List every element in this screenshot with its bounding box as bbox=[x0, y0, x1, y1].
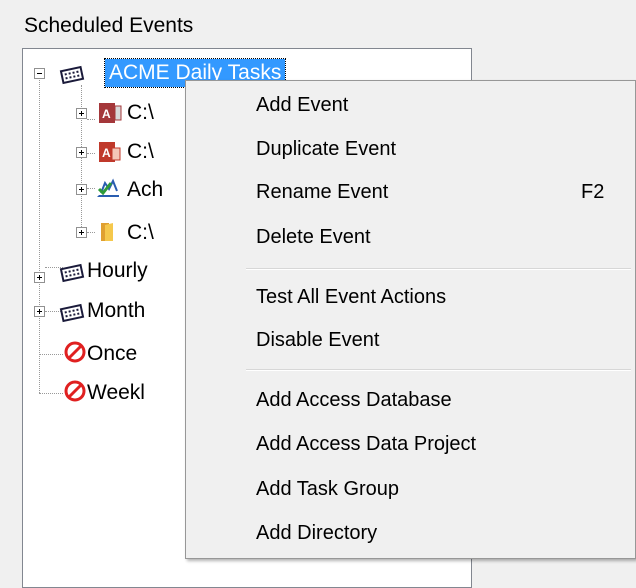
panel-title: Scheduled Events bbox=[24, 14, 194, 37]
menu-item-add-task-group[interactable]: Add Task Group bbox=[186, 467, 635, 511]
expand-icon[interactable] bbox=[34, 306, 45, 317]
menu-item-label: Delete Event bbox=[256, 226, 371, 248]
task-group-icon bbox=[97, 178, 119, 197]
calendar-icon bbox=[59, 65, 85, 85]
menu-separator bbox=[246, 369, 631, 371]
menu-item-label: Add Directory bbox=[256, 522, 378, 544]
expand-icon[interactable] bbox=[76, 108, 87, 119]
tree-node-hourly[interactable]: Hourly bbox=[87, 257, 148, 285]
tree-line bbox=[87, 119, 95, 120]
menu-item-rename-event[interactable]: Rename Event F2 bbox=[186, 170, 635, 214]
menu-separator bbox=[246, 268, 631, 270]
expand-icon[interactable] bbox=[34, 272, 45, 283]
menu-item-add-access-data-project[interactable]: Add Access Data Project bbox=[186, 422, 635, 466]
svg-text:A: A bbox=[102, 107, 111, 121]
menu-item-label: Add Event bbox=[256, 94, 349, 116]
menu-item-label: Add Task Group bbox=[256, 478, 400, 500]
menu-item-test-all-event-actions[interactable]: Test All Event Actions bbox=[186, 275, 635, 319]
tree-node-child[interactable]: C:\ bbox=[127, 219, 154, 247]
menu-item-add-event[interactable]: Add Event bbox=[186, 83, 635, 127]
access-data-project-icon: A bbox=[99, 142, 121, 162]
tree-node-weekly[interactable]: Weekl bbox=[87, 379, 145, 407]
tree-node-monthly[interactable]: Month bbox=[87, 297, 145, 325]
menu-item-disable-event[interactable]: Disable Event bbox=[186, 318, 635, 362]
tree-line bbox=[39, 73, 40, 393]
tree-line bbox=[39, 354, 63, 355]
menu-item-label: Add Access Data Project bbox=[256, 433, 477, 455]
menu-item-duplicate-event[interactable]: Duplicate Event bbox=[186, 127, 635, 171]
expand-icon[interactable] bbox=[76, 227, 87, 238]
tree-line bbox=[39, 393, 63, 394]
tree-node-child[interactable]: C:\ bbox=[127, 99, 154, 127]
tree-node-child[interactable]: C:\ bbox=[127, 138, 154, 166]
menu-item-label: Disable Event bbox=[256, 329, 380, 351]
tree-node-once[interactable]: Once bbox=[87, 340, 137, 368]
menu-item-delete-event[interactable]: Delete Event bbox=[186, 215, 635, 259]
context-menu: Add Event Duplicate Event Rename Event F… bbox=[185, 80, 636, 559]
svg-text:A: A bbox=[102, 146, 111, 160]
menu-item-label: Duplicate Event bbox=[256, 138, 397, 160]
menu-item-label: Rename Event bbox=[256, 181, 389, 203]
calendar-icon bbox=[59, 303, 85, 323]
tree-node-child[interactable]: Ach bbox=[127, 176, 163, 204]
menu-item-label: Test All Event Actions bbox=[256, 286, 447, 308]
calendar-icon bbox=[59, 263, 85, 283]
collapse-icon[interactable] bbox=[34, 68, 45, 79]
menu-shortcut: F2 bbox=[581, 181, 605, 203]
folder-icon bbox=[101, 223, 113, 241]
tree-line bbox=[87, 188, 95, 189]
menu-item-add-access-database[interactable]: Add Access Database bbox=[186, 378, 635, 422]
tree-line bbox=[87, 153, 95, 154]
expand-icon[interactable] bbox=[76, 184, 87, 195]
expand-icon[interactable] bbox=[76, 147, 87, 158]
menu-item-add-directory[interactable]: Add Directory bbox=[186, 511, 635, 555]
access-database-icon: A bbox=[99, 103, 122, 123]
menu-item-label: Add Access Database bbox=[256, 389, 452, 411]
tree-line bbox=[87, 232, 95, 233]
